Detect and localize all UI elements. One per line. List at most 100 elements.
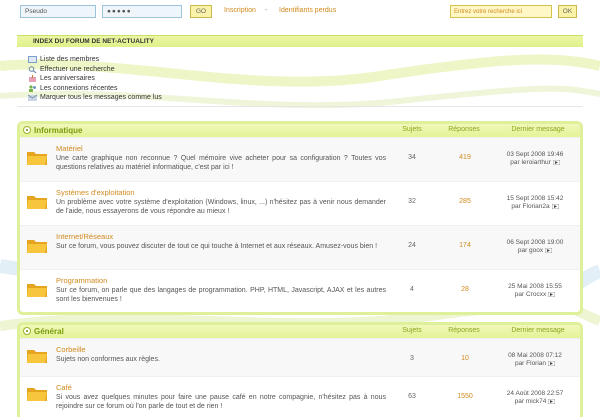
last-message-author-name[interactable]: par goox: [518, 247, 543, 254]
goto-last-post-icon[interactable]: [545, 247, 553, 253]
forum-title[interactable]: Corbeille: [56, 345, 86, 354]
last-message-date: 15 Sept 2008 15:42: [506, 195, 564, 202]
menu-item-birthdays[interactable]: Les anniversaires: [28, 74, 162, 84]
forum-description: Une carte graphique non reconnue ? Quel …: [56, 155, 386, 171]
search-input[interactable]: Entrez votre recherche ici: [450, 5, 552, 18]
top-bar: Pseudo ●●●●● GO Inscription - Identifian…: [0, 0, 600, 36]
lost-credentials-link[interactable]: Identifiants perdus: [279, 7, 336, 14]
forum-row: Matériel Une carte graphique non reconnu…: [20, 137, 580, 181]
password-input[interactable]: ●●●●●: [102, 5, 182, 18]
column-last-message: Dernier message: [511, 126, 565, 133]
last-message-date: 06 Sept 2008 19:00: [506, 239, 564, 246]
last-message-date: 03 Sept 2008 19:46: [506, 151, 564, 158]
goto-last-post-icon[interactable]: [548, 291, 556, 297]
forum-title[interactable]: Matériel: [56, 144, 83, 153]
last-message-author[interactable]: par leroiarthur: [490, 159, 580, 166]
goto-last-post-icon[interactable]: [551, 203, 559, 209]
last-message-author[interactable]: par mick74: [490, 398, 580, 405]
birthday-icon: [29, 75, 36, 83]
goto-last-post-icon[interactable]: [548, 398, 556, 404]
forum-description: Sur ce forum, on parle que des langages …: [56, 287, 386, 303]
search-icon: [28, 65, 37, 73]
column-last-message: Dernier message: [511, 327, 565, 334]
category-bullet-icon: [23, 327, 31, 335]
column-topics: Sujets: [402, 126, 422, 133]
last-message-date: 24 Août 2008 22:57: [506, 390, 564, 397]
last-message-author-name[interactable]: par Florian: [515, 360, 546, 367]
forum-posts-count: 419: [459, 154, 471, 161]
folder-icon: [27, 240, 47, 253]
forum-topics-count: 4: [410, 286, 414, 293]
menu-item-mark-read[interactable]: Marquer tous les messages comme lus: [28, 93, 162, 103]
forum-topics-count: 32: [408, 198, 416, 205]
forum-description: Sur ce forum, vous pouvez discuter de to…: [56, 243, 378, 250]
menu-item-label: Liste des membres: [40, 56, 100, 64]
members-icon: [28, 56, 37, 64]
register-link[interactable]: Inscription: [224, 7, 256, 14]
section-divider: [17, 106, 583, 107]
index-menu: Liste des membres Effectuer une recherch…: [28, 55, 162, 103]
forum-topics-count: 63: [408, 393, 416, 400]
forum-title[interactable]: Internet/Réseaux: [56, 232, 113, 241]
category-title[interactable]: Général: [34, 327, 64, 336]
forum-title[interactable]: Café: [56, 383, 72, 392]
folder-icon: [27, 350, 47, 363]
category-header: Informatique Sujets Réponses Dernier mes…: [20, 124, 580, 137]
column-topics: Sujets: [402, 327, 422, 334]
forum-posts-count: 10: [461, 355, 469, 362]
forum-title[interactable]: Programmation: [56, 276, 107, 285]
last-message-author[interactable]: par goox: [490, 247, 580, 254]
last-message-date: 25 Mai 2008 15:55: [508, 283, 562, 290]
menu-item-label: Effectuer une recherche: [40, 65, 115, 73]
last-message-author-name[interactable]: par leroiarthur: [510, 159, 550, 166]
forum-description: Sujets non conformes aux règles.: [56, 356, 160, 363]
category-title[interactable]: Informatique: [34, 126, 82, 135]
mark-read-icon: [28, 94, 37, 102]
folder-icon: [27, 152, 47, 165]
forum-row: Café Si vous avez quelques minutes pour …: [20, 376, 580, 414]
forum-posts-count: 1550: [457, 393, 473, 400]
folder-icon: [27, 196, 47, 209]
forum-posts-count: 285: [459, 198, 471, 205]
last-message-author[interactable]: par Crocxx: [490, 291, 580, 298]
forum-topics-count: 24: [408, 242, 416, 249]
forum-posts-count: 174: [459, 242, 471, 249]
link-separator: -: [265, 7, 268, 14]
folder-icon: [27, 388, 47, 401]
category-bullet-icon: [23, 126, 31, 134]
menu-item-search[interactable]: Effectuer une recherche: [28, 65, 162, 75]
menu-item-label: Les connexions récentes: [40, 84, 118, 92]
forum-description: Si vous avez quelques minutes pour faire…: [56, 394, 386, 410]
last-message-author-name[interactable]: par Florian2a: [511, 203, 549, 210]
category-panel-general: Général Sujets Réponses Dernier message …: [17, 322, 583, 417]
last-message-author-name[interactable]: par Crocxx: [515, 291, 546, 298]
forum-description: Un problème avec votre système d'exploit…: [56, 199, 386, 215]
forum-topics-count: 34: [408, 154, 416, 161]
category-panel-informatique: Informatique Sujets Réponses Dernier mes…: [17, 121, 583, 315]
forum-row: Programmation Sur ce forum, on parle que…: [20, 269, 580, 312]
index-title: INDEX DU FORUM DE NET-ACTUALITY: [17, 35, 583, 47]
menu-item-label: Les anniversaires: [40, 75, 95, 83]
forum-title[interactable]: Systèmes d'exploitation: [56, 188, 135, 197]
last-message-author[interactable]: par Florian: [490, 360, 580, 367]
forum-posts-count: 28: [461, 286, 469, 293]
username-input[interactable]: Pseudo: [20, 5, 96, 18]
last-message-date: 08 Mai 2008 07:12: [508, 352, 562, 359]
login-go-button[interactable]: GO: [190, 5, 212, 18]
search-ok-button[interactable]: OK: [558, 5, 577, 18]
online-icon: [29, 85, 36, 92]
forum-topics-count: 3: [410, 355, 414, 362]
forum-row: Systèmes d'exploitation Un problème avec…: [20, 181, 580, 225]
category-header: Général Sujets Réponses Dernier message: [20, 325, 580, 338]
forum-row: Corbeille Sujets non conformes aux règle…: [20, 338, 580, 376]
column-posts: Réponses: [448, 126, 480, 133]
menu-item-label: Marquer tous les messages comme lus: [40, 94, 162, 102]
column-posts: Réponses: [448, 327, 480, 334]
last-message-author[interactable]: par Florian2a: [490, 203, 580, 210]
menu-item-recent-connections[interactable]: Les connexions récentes: [28, 84, 162, 94]
folder-icon: [27, 284, 47, 297]
last-message-author-name[interactable]: par mick74: [515, 398, 547, 405]
goto-last-post-icon[interactable]: [552, 159, 560, 165]
menu-item-members[interactable]: Liste des membres: [28, 55, 162, 65]
goto-last-post-icon[interactable]: [548, 360, 556, 366]
